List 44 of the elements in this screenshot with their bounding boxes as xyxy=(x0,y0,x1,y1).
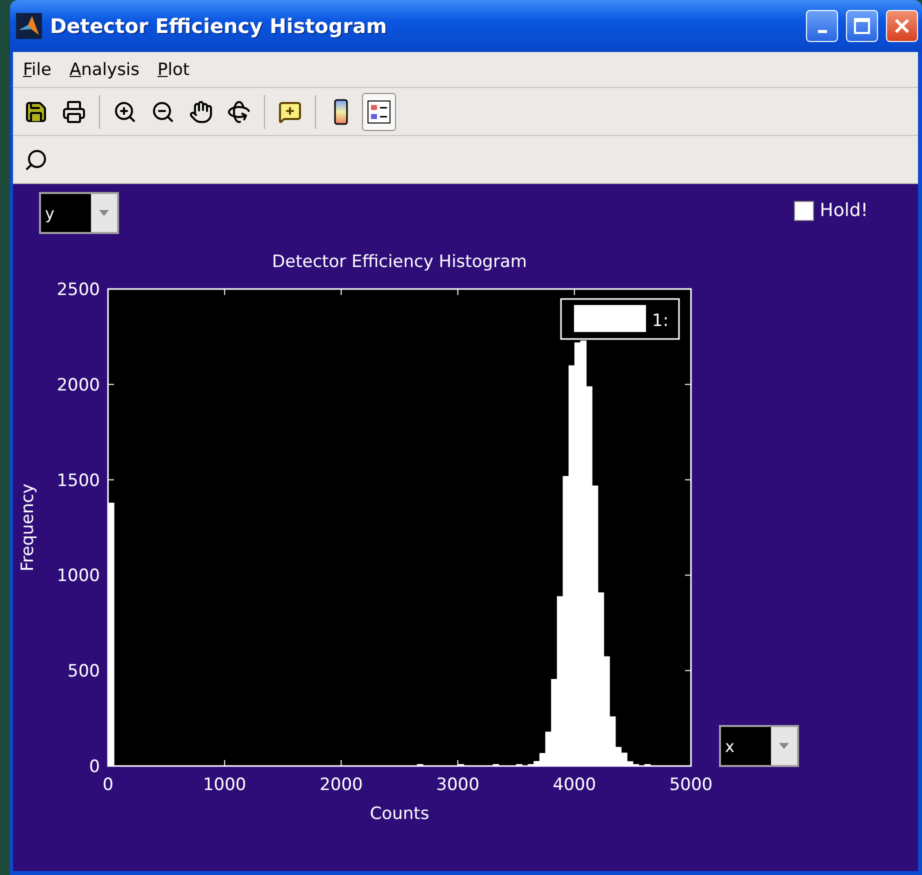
maximize-button[interactable] xyxy=(846,10,878,42)
x-tick-label: 2000 xyxy=(320,775,363,795)
hold-checkbox[interactable]: Hold! xyxy=(794,200,868,221)
menu-item[interactable]: Analysis xyxy=(69,60,140,80)
app-logo-icon xyxy=(16,13,42,39)
maximize-icon xyxy=(854,18,870,34)
x-tick-label: 3000 xyxy=(436,775,480,795)
y-tick-label: 2500 xyxy=(56,280,100,300)
y-axis-label: Frequency xyxy=(18,484,38,572)
rotate-icon xyxy=(227,100,251,124)
data-cursor-icon xyxy=(278,100,302,124)
search-icon xyxy=(24,148,48,172)
x-tick-label: 5000 xyxy=(669,775,713,795)
y-tick-label: 1500 xyxy=(56,470,100,491)
y-tick-label: 1000 xyxy=(56,566,100,586)
legend-label: 1: xyxy=(652,311,669,331)
zoom-out-icon xyxy=(151,100,175,124)
x-tick-label: 4000 xyxy=(552,775,596,795)
legend-tool-button[interactable] xyxy=(362,92,396,130)
close-button[interactable] xyxy=(886,10,918,42)
y-tick-label: 500 xyxy=(68,662,100,682)
print-icon xyxy=(62,100,86,124)
minimize-icon xyxy=(818,30,826,32)
y-tick-label: 2000 xyxy=(56,375,100,396)
y-tick-label: 0 xyxy=(89,757,100,777)
zoom-in-icon xyxy=(113,100,137,124)
chart-title: Detector Efficiency Histogram xyxy=(272,252,527,272)
y-variable-dropdown[interactable]: y xyxy=(39,192,119,234)
minimize-button[interactable] xyxy=(806,10,838,42)
menu-item[interactable]: Plot xyxy=(158,60,190,80)
dropdown-arrow-icon xyxy=(779,743,789,749)
x-variable-dropdown[interactable]: x xyxy=(719,725,799,767)
legend-icon xyxy=(367,100,391,124)
menu-item[interactable]: File xyxy=(23,60,52,80)
dropdown-arrow-icon xyxy=(99,210,109,216)
x-axis-label: Counts xyxy=(370,804,430,824)
colorbar-icon xyxy=(334,98,348,124)
close-icon xyxy=(894,18,910,34)
window-title: Detector Efficiency Histogram xyxy=(50,14,388,38)
save-icon xyxy=(24,100,48,124)
hand-icon xyxy=(189,100,213,124)
x-tick-label: 1000 xyxy=(202,775,246,795)
legend-swatch xyxy=(574,305,646,332)
x-tick-label: 0 xyxy=(102,775,114,795)
